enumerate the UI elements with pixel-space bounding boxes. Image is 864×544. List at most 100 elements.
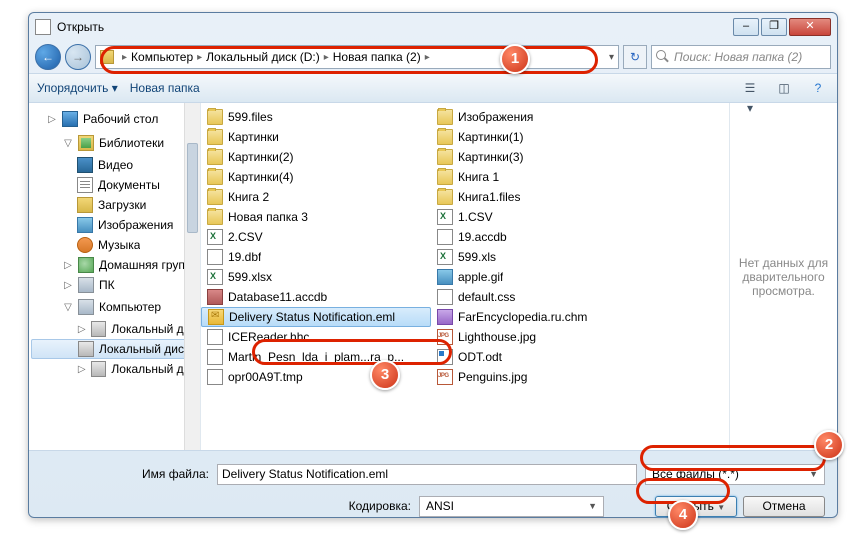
folder-icon — [437, 149, 453, 165]
folder-icon — [437, 129, 453, 145]
nav-downloads[interactable]: Загрузки — [29, 195, 200, 215]
callout-1: 1 — [500, 44, 530, 74]
nav-local-disk-3[interactable]: ▷Локальный дис... — [29, 359, 200, 379]
file-list: 599.filesКартинкиКартинки(2)Картинки(4)К… — [201, 103, 729, 450]
nav-local-disk-2[interactable]: Локальный дис... — [31, 339, 198, 359]
file-item[interactable]: Martin_Pesn_lda_i_plam...ra_p... — [201, 347, 431, 367]
breadcrumb[interactable]: ▸ Компьютер ▸ Локальный диск (D:) ▸ Нова… — [95, 45, 619, 69]
folder-icon — [100, 50, 114, 64]
file-item[interactable]: 599.xlsx — [201, 267, 431, 287]
preview-pane-button[interactable]: ◫ — [773, 77, 795, 99]
encoding-select[interactable]: ANSI▼ — [419, 496, 604, 517]
file-item[interactable]: ODT.odt — [431, 347, 661, 367]
nav-computer[interactable]: ▽Компьютер — [29, 295, 200, 319]
file-item[interactable]: 2.CSV — [201, 227, 431, 247]
file-item[interactable]: Картинки(3) — [431, 147, 661, 167]
desktop-icon — [62, 111, 78, 127]
file-item[interactable]: ICEReader.hhc — [201, 327, 431, 347]
document-icon — [77, 177, 93, 193]
refresh-button[interactable]: ↻ — [623, 45, 647, 69]
eml-icon — [208, 309, 224, 325]
file-item[interactable]: Lighthouse.jpg — [431, 327, 661, 347]
open-dialog: Открыть – ❐ ✕ ← → ▸ Компьютер ▸ Локальны… — [28, 12, 838, 518]
file-item[interactable]: Картинки(1) — [431, 127, 661, 147]
maximize-button[interactable]: ❐ — [761, 18, 787, 36]
css-icon — [437, 289, 453, 305]
nav-homegroup[interactable]: ▷Домашняя группа — [29, 255, 200, 275]
close-button[interactable]: ✕ — [789, 18, 831, 36]
encoding-label: Кодировка: — [41, 499, 411, 513]
file-item[interactable]: Penguins.jpg — [431, 367, 661, 387]
xls-icon — [437, 209, 453, 225]
file-item[interactable]: Новая папка 3 — [201, 207, 431, 227]
file-item[interactable]: Картинки(4) — [201, 167, 431, 187]
nav-documents[interactable]: Документы — [29, 175, 200, 195]
file-icon — [207, 329, 223, 345]
window-title: Открыть — [57, 20, 733, 34]
file-item[interactable]: Картинки(2) — [201, 147, 431, 167]
folder-icon — [207, 209, 223, 225]
nav-images[interactable]: Изображения — [29, 215, 200, 235]
folder-icon — [207, 169, 223, 185]
file-icon — [207, 369, 223, 385]
file-item[interactable]: Книга 1 — [431, 167, 661, 187]
file-item[interactable]: 1.CSV — [431, 207, 661, 227]
homegroup-icon — [78, 257, 94, 273]
breadcrumb-drive[interactable]: Локальный диск (D:) — [206, 50, 320, 64]
file-item[interactable]: 599.xls — [431, 247, 661, 267]
file-item[interactable]: 599.files — [201, 107, 431, 127]
nav-music[interactable]: Музыка — [29, 235, 200, 255]
callout-4: 4 — [668, 500, 698, 530]
filetype-filter[interactable]: Все файлы (*.*)▼ — [645, 464, 825, 485]
gif-icon — [437, 269, 453, 285]
file-item[interactable]: Книга1.files — [431, 187, 661, 207]
file-item[interactable]: FarEncyclopedia.ru.chm — [431, 307, 661, 327]
nav-desktop[interactable]: ▷Рабочий стол — [29, 107, 200, 131]
xls-icon — [207, 229, 223, 245]
images-icon — [77, 217, 93, 233]
jpg-icon — [437, 369, 453, 385]
file-item[interactable]: Изображения — [431, 107, 661, 127]
filename-input[interactable] — [217, 464, 637, 485]
nav-libraries[interactable]: ▽Библиотеки — [29, 131, 200, 155]
bottom-panel: Имя файла: Все файлы (*.*)▼ Кодировка: A… — [29, 451, 837, 533]
file-item[interactable]: Delivery Status Notification.eml — [201, 307, 431, 327]
callout-3: 3 — [370, 360, 400, 390]
help-button[interactable]: ? — [807, 77, 829, 99]
nav-bar: ← → ▸ Компьютер ▸ Локальный диск (D:) ▸ … — [29, 41, 837, 73]
forward-button[interactable]: → — [65, 44, 91, 70]
organize-menu[interactable]: Упорядочить ▾ — [37, 81, 118, 95]
search-input[interactable]: Поиск: Новая папка (2) — [651, 45, 831, 69]
computer-icon — [78, 299, 94, 315]
file-item[interactable]: default.css — [431, 287, 661, 307]
nav-scrollbar[interactable] — [184, 103, 200, 450]
folder-icon — [437, 109, 453, 125]
file-item[interactable]: Картинки — [201, 127, 431, 147]
hdd-icon — [91, 361, 106, 377]
breadcrumb-folder[interactable]: Новая папка (2) — [333, 50, 421, 64]
view-options-button[interactable]: ☰ ▾ — [739, 77, 761, 99]
file-item[interactable]: 19.dbf — [201, 247, 431, 267]
minimize-button[interactable]: – — [733, 18, 759, 36]
jpg-icon — [437, 329, 453, 345]
video-icon — [77, 157, 93, 173]
library-icon — [78, 135, 94, 151]
nav-local-disk-1[interactable]: ▷Локальный дис... — [29, 319, 200, 339]
cancel-button[interactable]: Отмена — [743, 496, 825, 517]
file-item[interactable]: Database11.accdb — [201, 287, 431, 307]
nav-video[interactable]: Видео — [29, 155, 200, 175]
file-item[interactable]: Книга 2 — [201, 187, 431, 207]
new-folder-button[interactable]: Новая папка — [130, 81, 200, 95]
back-button[interactable]: ← — [35, 44, 61, 70]
breadcrumb-computer[interactable]: Компьютер — [131, 50, 193, 64]
preview-pane: Нет данных для дварительного просмотра. — [729, 103, 837, 450]
folder-icon — [437, 169, 453, 185]
folder-icon — [207, 189, 223, 205]
nav-pane: ▷Рабочий стол ▽Библиотеки Видео Документ… — [29, 103, 201, 450]
nav-pc[interactable]: ▷ПК — [29, 275, 200, 295]
file-icon — [207, 349, 223, 365]
odt-icon — [437, 349, 453, 365]
folder-icon — [207, 129, 223, 145]
file-item[interactable]: 19.accdb — [431, 227, 661, 247]
file-item[interactable]: apple.gif — [431, 267, 661, 287]
